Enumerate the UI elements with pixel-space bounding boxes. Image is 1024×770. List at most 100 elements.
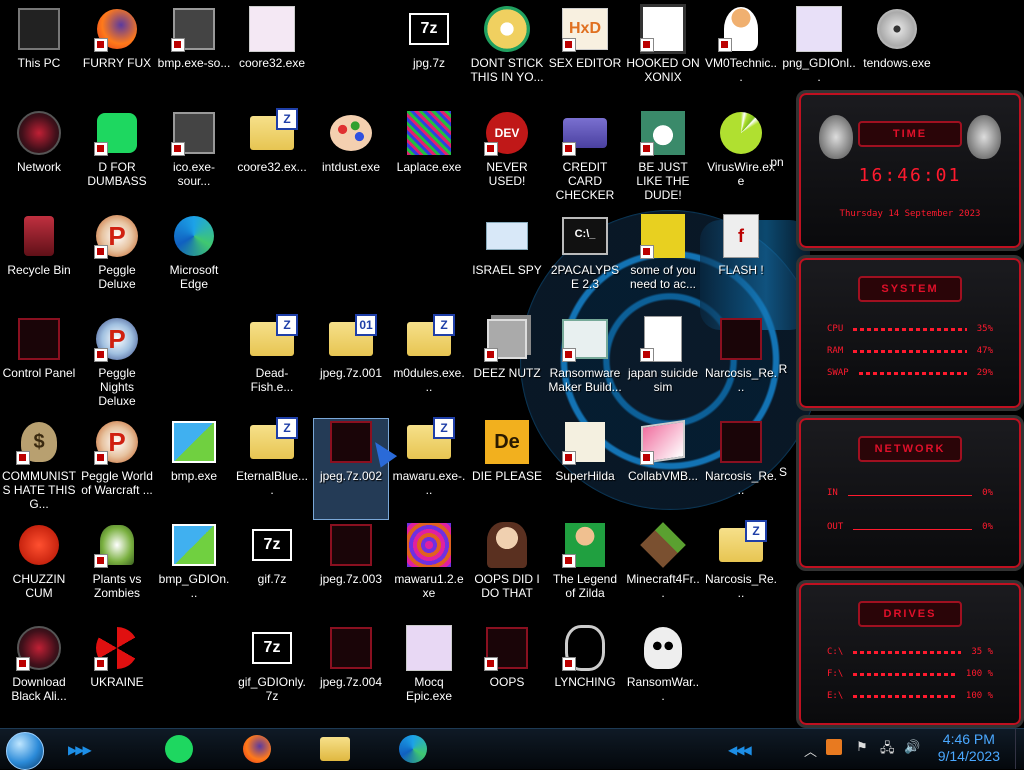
desktop-icon-download-black-ali[interactable]: Download Black Ali... (2, 625, 76, 725)
desktop-icon-laplace[interactable]: Laplace.exe (392, 110, 466, 210)
icon-label: jpeg.7z.001 (319, 366, 383, 380)
desktop-icon-eternalblue[interactable]: Z EternalBlue.... (235, 417, 309, 519)
drive-f-row: F:\ 100 % (827, 669, 993, 679)
desktop-icon-be-just-like-the-dude[interactable]: BE JUST LIKE THE DUDE! (626, 110, 700, 210)
desktop-icon-flash[interactable]: f FLASH ! (704, 213, 778, 313)
alien-file-icon (328, 625, 374, 671)
desktop-icon-some-of-you[interactable]: some of you need to ac... (626, 213, 700, 313)
desktop-icon-oops-did-i[interactable]: OOPS DID I DO THAT (470, 522, 544, 622)
desktop-icon-lynching[interactable]: LYNCHING (548, 625, 622, 725)
desktop-icon-gif-gdionly[interactable]: 7z gif_GDIOnly.7z (235, 625, 309, 725)
desktop-icon-hooked-on-xonix[interactable]: HOOKED ON XONIX (626, 4, 700, 106)
desktop-icon-partial-r[interactable]: R (772, 362, 794, 382)
network-icon[interactable]: 🖧 (880, 739, 895, 761)
system-gadget[interactable]: SYSTEM CPU 35% RAM 47% SWAP 29% (796, 255, 1024, 411)
icon-label: VM0Technic... (704, 56, 778, 84)
pixel-dog-icon (562, 419, 608, 465)
desktop-icon-peggle-deluxe[interactable]: P Peggle Deluxe (80, 213, 154, 313)
desktop-icon-collabvm[interactable]: CollabVMB... (626, 419, 700, 519)
desktop-icon-plants-vs-zombies[interactable]: Plants vs Zombies (80, 522, 154, 622)
desktop-icon-japan-suicide-sim[interactable]: japan suicide sim (626, 316, 700, 416)
peggle-icon: P (94, 419, 140, 465)
desktop-icon-narcosis-1[interactable]: Narcosis_Re... (704, 316, 778, 416)
desktop-icon-recycle-bin[interactable]: Recycle Bin (2, 213, 76, 313)
desktop-icon-dont-stick[interactable]: DONT STICK THIS IN YO... (470, 6, 544, 106)
desktop-icon-chuzzin[interactable]: CHUZZIN CUM (2, 522, 76, 622)
icon-label: Recycle Bin (7, 263, 71, 277)
desktop-icon-minecraft[interactable]: Minecraft4Fr... (626, 522, 700, 622)
desktop-icon-bmp-source[interactable]: bmp.exe-so... (157, 6, 231, 106)
desktop-icon-dead-fish[interactable]: Z Dead-Fish.e... (235, 314, 309, 416)
desktop-icon-ico-source[interactable]: ico.exe-sour... (157, 110, 231, 210)
desktop-icon-deez-nutz[interactable]: DEEZ NUTZ (470, 316, 544, 416)
taskbar-explorer-button[interactable] (318, 733, 352, 765)
peggle-icon: P (94, 213, 140, 259)
taskbar-clock[interactable]: 4:46 PM 9/14/2023 (938, 731, 1000, 765)
taskbar-edge-button[interactable] (396, 733, 430, 765)
zip-tag: Z (276, 314, 298, 336)
desktop-icon-coore32-zip[interactable]: Z coore32.ex... (235, 108, 309, 210)
desktop-icon-peggle-wow[interactable]: P Peggle World of Warcraft ... (80, 419, 154, 519)
desktop-icon-furry-fux[interactable]: FURRY FUX (80, 6, 154, 106)
desktop-icon-jpeg-004[interactable]: jpeg.7z.004 (314, 625, 388, 725)
desktop-icon-superhilda[interactable]: SuperHilda (548, 419, 622, 519)
desktop-icon-israel-spy[interactable]: ISRAEL SPY (470, 213, 544, 313)
tray-app-icon[interactable] (826, 739, 842, 755)
chuzzle-icon (16, 522, 62, 568)
desktop-icon-sex-editor[interactable]: HxD SEX EDITOR (548, 6, 622, 106)
pixel-dog-icon (640, 213, 686, 259)
show-desktop-button[interactable] (1015, 729, 1024, 769)
desktop-icon-credit-card[interactable]: CREDIT CARD CHECKER (548, 110, 622, 210)
desktop-icon-communists[interactable]: $ COMMUNISTS HATE THIS G... (2, 419, 76, 519)
desktop-icon-jpeg-002[interactable]: jpeg.7z.002 (313, 418, 389, 520)
icon-label: CHUZZIN CUM (12, 572, 66, 600)
start-button[interactable] (6, 732, 44, 770)
desktop-icon-never-used[interactable]: DEV NEVER USED! (470, 110, 544, 210)
icon-label: Plants vs Zombies (92, 572, 142, 600)
volume-icon[interactable]: 🔊 (904, 739, 920, 755)
7z-archive-icon: 7z (249, 625, 295, 671)
desktop-icon-coore32[interactable]: coore32.exe (235, 6, 309, 106)
desktop-icon-gif-7z[interactable]: 7z gif.7z (235, 522, 309, 622)
desktop-icon-bmp-gdionly[interactable]: bmp_GDIOn... (157, 522, 231, 622)
desktop-icon-oops[interactable]: OOPS (470, 625, 544, 725)
desktop-icon-mawaru12[interactable]: mawaru1.2.exe (392, 522, 466, 622)
desktop-icon-this-pc[interactable]: This PC (2, 6, 76, 106)
desktop-icon-control-panel[interactable]: Control Panel (2, 316, 76, 416)
time-gadget[interactable]: TIME 16:46:01 Thursday 14 September 2023 (796, 90, 1024, 251)
desktop[interactable]: This PC Network Recycle Bin Control Pane… (0, 0, 1024, 728)
desktop-icon-zilda[interactable]: The Legend of Zilda (548, 522, 622, 622)
desktop-icon-network[interactable]: Network (2, 110, 76, 210)
taskbar-firefox-button[interactable] (240, 733, 274, 765)
desktop-icon-vm0technic[interactable]: VM0Technic... (704, 6, 778, 106)
desktop-icon-mocq-epic[interactable]: Mocq Epic.exe (392, 625, 466, 725)
drives-gadget[interactable]: DRIVES C:\ 35 % F:\ 100 % E:\ 100 % (796, 580, 1024, 728)
hex-editor-icon: HxD (562, 6, 608, 52)
desktop-icon-jpeg-003[interactable]: jpeg.7z.003 (314, 522, 388, 622)
network-gadget[interactable]: NETWORK IN 0% OUT 0% (796, 415, 1024, 571)
flag-icon[interactable]: ⚑ (856, 739, 868, 755)
desktop-icon-die-please[interactable]: De DIE PLEASE (470, 419, 544, 519)
desktop-icon-peggle-nights[interactable]: P Peggle Nights Deluxe (80, 316, 154, 416)
desktop-icon-narcosis-2[interactable]: Narcosis_Re... (704, 419, 778, 519)
desktop-icon-partial-pn[interactable]: pn (760, 155, 794, 175)
icon-label: FURRY FUX (82, 56, 152, 70)
desktop-icon-narcosis-zip[interactable]: Z Narcosis_Re... (704, 520, 778, 622)
show-hidden-icons-chevron-icon[interactable]: ︿ (804, 741, 817, 760)
desktop-icon-jpeg-001[interactable]: 01 jpeg.7z.001 (314, 314, 388, 416)
desktop-icon-d-for-dumbass[interactable]: D FOR DUMBASS (80, 110, 154, 210)
system-title: SYSTEM (858, 276, 962, 302)
desktop-icon-m0dules[interactable]: Z m0dules.exe... (392, 314, 466, 416)
desktop-icon-ransomware-maker[interactable]: Ransomware Maker Build... (548, 316, 622, 416)
desktop-icon-intdust[interactable]: intdust.exe (314, 110, 388, 210)
desktop-icon-jpg-7z[interactable]: 7z jpg.7z (392, 6, 466, 106)
desktop-icon-mawaru-zip[interactable]: Z mawaru.exe-... (392, 417, 466, 519)
desktop-icon-bmp-exe[interactable]: bmp.exe (157, 419, 231, 519)
taskbar-spotify-button[interactable] (162, 733, 196, 765)
desktop-icon-microsoft-edge[interactable]: Microsoft Edge (157, 213, 231, 313)
desktop-icon-partial-s[interactable]: S (772, 465, 794, 485)
desktop-icon-ransomwar[interactable]: RansomWar... (626, 625, 700, 725)
icon-label: BE JUST LIKE THE DUDE! (636, 160, 690, 202)
desktop-icon-2pacalypse[interactable]: C:\_ 2PACALYPSE 2.3 (548, 213, 622, 313)
desktop-icon-ukraine[interactable]: UKRAINE (80, 625, 154, 725)
